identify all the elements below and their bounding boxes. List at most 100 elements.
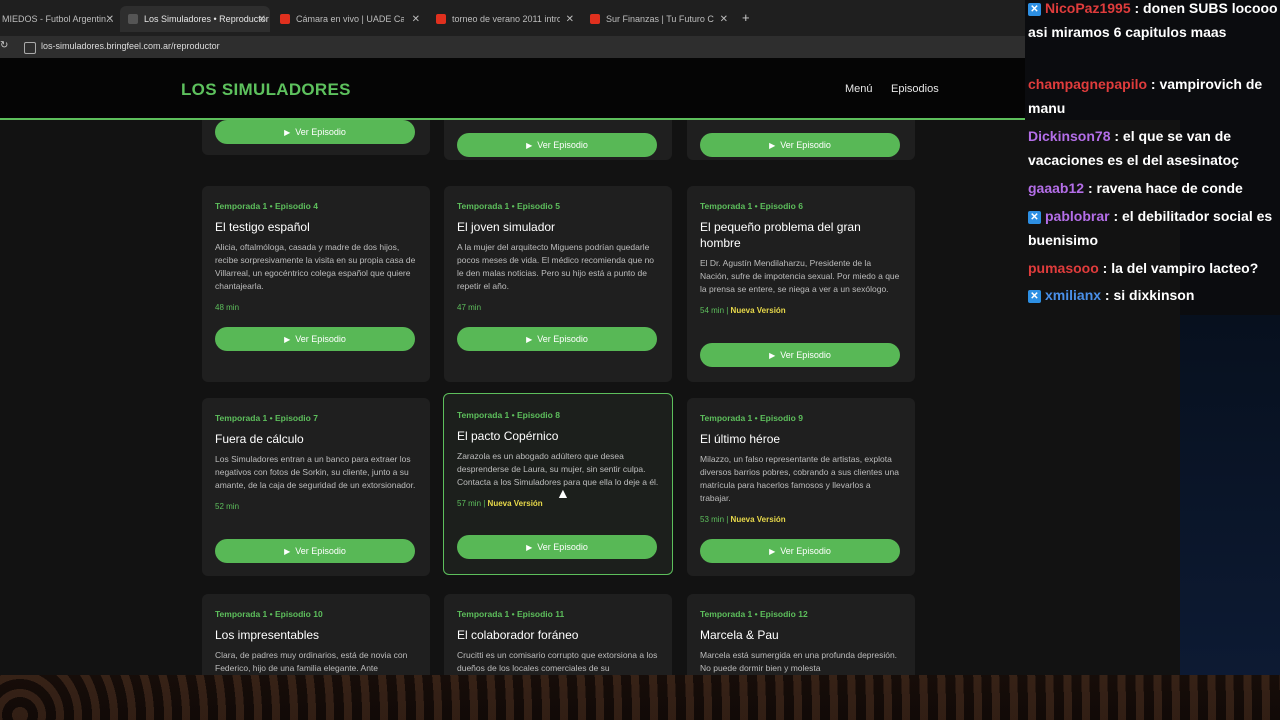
youtube-icon: [280, 14, 290, 24]
reload-icon[interactable]: ↻: [0, 40, 8, 51]
episode-card: ▶ Ver Episodio: [687, 120, 915, 160]
episode-duration: 48 min: [215, 303, 240, 312]
watch-episode-button[interactable]: ▶ Ver Episodio: [700, 343, 900, 367]
watch-episode-button[interactable]: ▶ Ver Episodio: [215, 539, 415, 563]
episode-card[interactable]: Temporada 1 • Episodio 11 El colaborador…: [444, 594, 672, 675]
play-icon: ▶: [526, 542, 533, 552]
chat-text: : ravena hace de conde: [1087, 180, 1243, 196]
watch-episode-button[interactable]: ▶ Ver Episodio: [215, 327, 415, 351]
youtube-icon: [436, 14, 446, 24]
chat-username: pablobrar: [1045, 208, 1110, 224]
chat-message: ✕ pablobrar : el debilitador social es bu…: [1028, 204, 1278, 252]
episode-number: Temporada 1 • Episodio 4: [215, 201, 318, 211]
episode-card[interactable]: Temporada 1 • Episodio 6 El pequeño prob…: [687, 186, 915, 382]
site-icon: [128, 14, 138, 24]
close-icon[interactable]: ✕: [412, 14, 420, 25]
episode-description: Alicia, oftalmóloga, casada y madre de d…: [215, 242, 416, 291]
chat-text: : la del vampiro lacteo?: [1102, 260, 1259, 276]
stream-background: [1180, 315, 1280, 675]
play-icon: ▶: [769, 546, 776, 556]
episode-duration: 57 min: [457, 499, 482, 508]
play-icon: ▶: [769, 140, 776, 150]
button-label: Ver Episodio: [295, 127, 346, 137]
chat-message: champagnepapilo : vampirovich de manu: [1028, 72, 1278, 120]
play-icon: ▶: [526, 334, 533, 344]
tab-torneo[interactable]: torneo de verano 2011 intro - Yo... ✕: [428, 8, 578, 30]
watch-episode-button[interactable]: ▶ Ver Episodio: [700, 539, 900, 563]
play-icon: ▶: [284, 127, 291, 137]
tab-los-simuladores[interactable]: Los Simuladores • Reproductor ✕: [120, 6, 270, 32]
episode-description: A la mujer del arquitecto Miguens podría…: [457, 242, 655, 291]
close-icon[interactable]: ✕: [720, 14, 728, 25]
chat-username: NicoPaz1995: [1045, 0, 1131, 16]
tab-miedos[interactable]: MIEDOS - Futbol Argentin... ✕: [0, 8, 118, 30]
episode-number: Temporada 1 • Episodio 6: [700, 201, 803, 211]
episode-description: Zarazola es un abogado adúltero que dese…: [457, 451, 659, 487]
tab-sur-finanzas[interactable]: Sur Finanzas | Tu Futuro Cerca... ✕: [582, 8, 732, 30]
play-icon: ▶: [284, 334, 291, 344]
episode-description: Milazzo, un falso representante de artis…: [700, 454, 899, 503]
episode-card[interactable]: Temporada 1 • Episodio 12 Marcela & Pau …: [687, 594, 915, 675]
episode-description: Los Simuladores entran a un banco para e…: [215, 454, 416, 490]
episode-title: Los impresentables: [215, 628, 320, 642]
site-info-icon[interactable]: [24, 42, 36, 54]
new-tab-button[interactable]: +: [742, 10, 750, 25]
play-icon: ▶: [284, 546, 291, 556]
chat-message: pumasooo : la del vampiro lacteo?: [1028, 256, 1278, 280]
episode-card[interactable]: Temporada 1 • Episodio 7 Fuera de cálcul…: [202, 398, 430, 576]
nav-menu[interactable]: Menú: [845, 83, 873, 95]
episode-title: Fuera de cálculo: [215, 432, 304, 446]
button-label: Ver Episodio: [537, 334, 588, 344]
episode-description: El Dr. Agustín Mendilaharzu, Presidente …: [700, 258, 900, 294]
play-icon: ▶: [526, 140, 533, 150]
new-version-badge: Nueva Versión: [487, 499, 543, 508]
watch-episode-button[interactable]: ▶ Ver Episodio: [700, 133, 900, 157]
close-icon[interactable]: ✕: [106, 14, 114, 25]
episode-meta: 53 min | Nueva Versión: [700, 515, 786, 524]
episodes-grid: ▶ Ver Episodio ▶ Ver Episodio ▶ Ver Episodi…: [0, 120, 1180, 675]
subscriber-badge-icon: ✕: [1028, 210, 1041, 224]
watch-episode-button[interactable]: ▶ Ver Episodio: [215, 120, 415, 144]
episode-title: El pacto Copérnico: [457, 429, 559, 443]
chat-text: : si dixkinson: [1104, 287, 1195, 303]
episode-card[interactable]: Temporada 1 • Episodio 10 Los impresenta…: [202, 594, 430, 675]
tab-title: MIEDOS - Futbol Argentin...: [2, 14, 114, 24]
site-header: LOS SIMULADORES Menú Episodios: [0, 58, 1025, 120]
button-label: Ver Episodio: [537, 140, 588, 150]
audience-silhouettes: [0, 675, 1280, 720]
episode-card[interactable]: Temporada 1 • Episodio 9 El último héroe…: [687, 398, 915, 576]
close-icon[interactable]: ✕: [566, 14, 574, 25]
new-version-badge: Nueva Versión: [730, 515, 786, 524]
episode-card-selected[interactable]: Temporada 1 • Episodio 8 El pacto Copérn…: [443, 393, 673, 575]
episode-title: El último héroe: [700, 432, 781, 446]
site-logo[interactable]: LOS SIMULADORES: [181, 80, 351, 100]
watch-episode-button[interactable]: ▶ Ver Episodio: [457, 327, 657, 351]
episode-card[interactable]: Temporada 1 • Episodio 4 El testigo espa…: [202, 186, 430, 382]
nav-episodes[interactable]: Episodios: [891, 83, 939, 95]
tab-title: Cámara en vivo | UADE Campus...: [296, 14, 404, 24]
watch-episode-button[interactable]: ▶ Ver Episodio: [457, 535, 657, 559]
address-bar: ↻ los-simuladores.bringfeel.com.ar/repro…: [0, 36, 1025, 58]
episode-card[interactable]: Temporada 1 • Episodio 5 El joven simula…: [444, 186, 672, 382]
tab-title: Sur Finanzas | Tu Futuro Cerca...: [606, 14, 714, 24]
url-field[interactable]: los-simuladores.bringfeel.com.ar/reprodu…: [41, 41, 220, 51]
tab-title: Los Simuladores • Reproductor: [144, 14, 269, 24]
episode-duration: 53 min: [700, 515, 725, 524]
episode-card: ▶ Ver Episodio: [444, 120, 672, 160]
button-label: Ver Episodio: [780, 140, 831, 150]
tab-camara[interactable]: Cámara en vivo | UADE Campus... ✕: [272, 8, 424, 30]
episode-duration: 54 min: [700, 306, 725, 315]
episode-number: Temporada 1 • Episodio 10: [215, 609, 323, 619]
chat-message: ✕ xmilianx : si dixkinson: [1028, 283, 1278, 307]
episode-title: El testigo español: [215, 220, 310, 234]
youtube-icon: [590, 14, 600, 24]
watch-episode-button[interactable]: ▶ Ver Episodio: [457, 133, 657, 157]
close-icon[interactable]: ✕: [258, 14, 266, 25]
button-label: Ver Episodio: [295, 334, 346, 344]
episode-duration: 47 min: [457, 303, 482, 312]
button-label: Ver Episodio: [537, 542, 588, 552]
browser-tab-bar: MIEDOS - Futbol Argentin... ✕ Los Simula…: [0, 0, 1025, 36]
chat-username: gaaab12: [1028, 180, 1085, 196]
episode-number: Temporada 1 • Episodio 11: [457, 609, 565, 619]
chat-username: xmilianx: [1045, 287, 1102, 303]
